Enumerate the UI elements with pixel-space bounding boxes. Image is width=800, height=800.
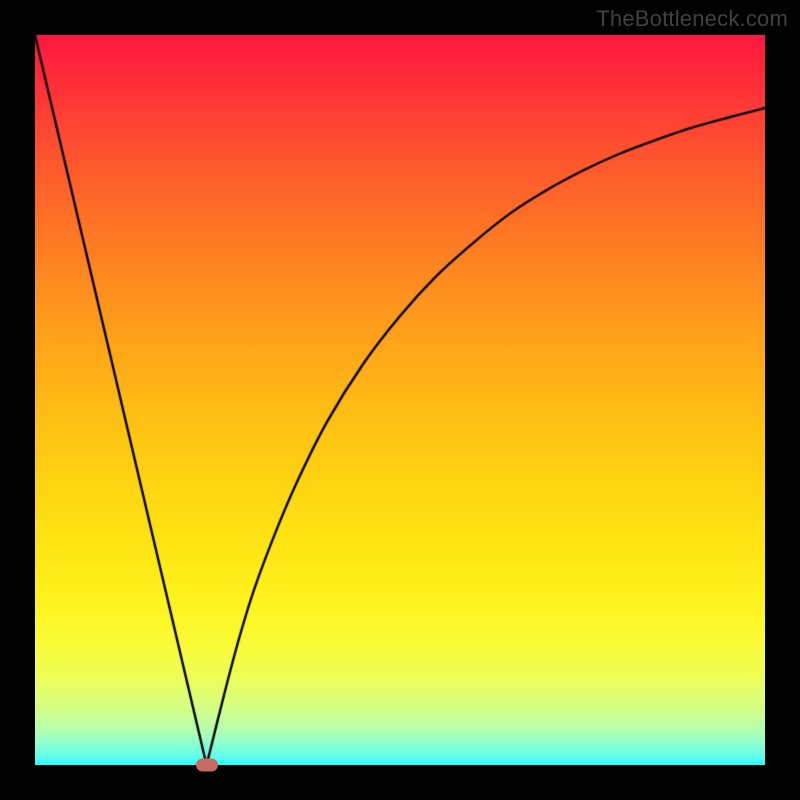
optimum-marker [196,759,218,772]
attribution-text: TheBottleneck.com [596,6,788,32]
plot-area [35,35,765,765]
bottleneck-curve [35,35,765,765]
chart-frame: TheBottleneck.com [0,0,800,800]
